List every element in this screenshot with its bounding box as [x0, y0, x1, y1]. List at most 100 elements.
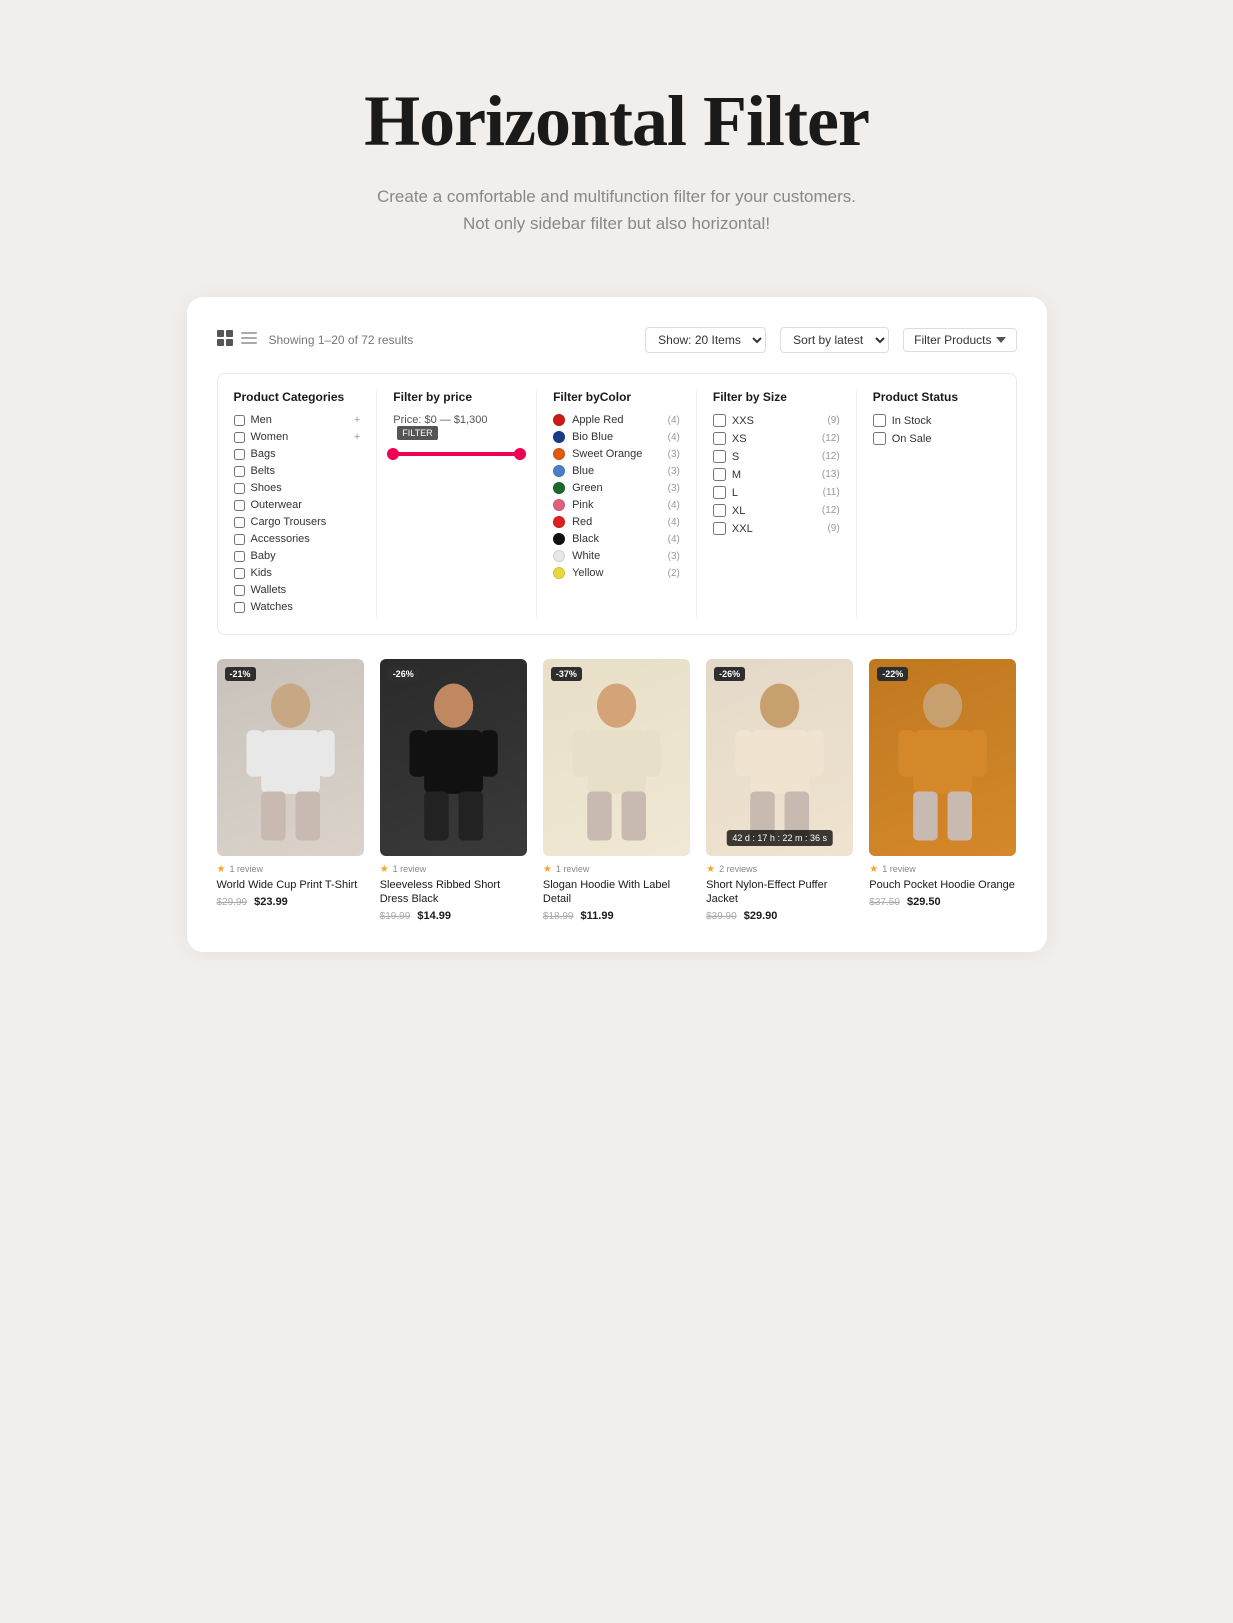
category-checkbox[interactable] [234, 449, 245, 460]
expand-icon[interactable]: + [354, 414, 360, 426]
category-item[interactable]: Baby [234, 550, 361, 562]
discount-badge: -26% [388, 667, 419, 681]
category-item[interactable]: Women + [234, 431, 361, 443]
category-checkbox[interactable] [234, 551, 245, 562]
price-slider-thumb-left[interactable] [387, 448, 399, 460]
status-checkbox[interactable] [873, 414, 886, 427]
size-checkbox[interactable] [713, 432, 726, 445]
grid-view-icon[interactable] [217, 330, 233, 351]
category-item[interactable]: Watches [234, 601, 361, 613]
category-checkbox[interactable] [234, 585, 245, 596]
category-checkbox[interactable] [234, 517, 245, 528]
category-checkbox[interactable] [234, 432, 245, 443]
category-item[interactable]: Shoes [234, 482, 361, 494]
size-label: M [732, 469, 741, 481]
category-item[interactable]: Cargo Trousers [234, 516, 361, 528]
price-slider[interactable] [393, 452, 520, 456]
color-label: Apple Red [572, 414, 623, 426]
status-filter-title: Product Status [873, 390, 1000, 404]
color-swatch [553, 499, 565, 511]
sort-select[interactable]: Sort by latest [780, 327, 889, 353]
category-item[interactable]: Accessories [234, 533, 361, 545]
status-items-list: In Stock On Sale [873, 414, 1000, 445]
product-price: $18.99 $11.99 [543, 910, 690, 922]
toolbar-right: Show: 20 Items Sort by latest Filter Pro… [645, 327, 1016, 353]
category-label: Shoes [251, 482, 282, 494]
size-checkbox[interactable] [713, 522, 726, 535]
category-item[interactable]: Outerwear [234, 499, 361, 511]
discount-badge: -26% [714, 667, 745, 681]
color-item[interactable]: Bio Blue (4) [553, 431, 680, 443]
color-item[interactable]: Apple Red (4) [553, 414, 680, 426]
category-checkbox[interactable] [234, 466, 245, 477]
category-items-list: Men + Women + Bags Belts Shoes Outerwear… [234, 414, 361, 613]
color-item[interactable]: Yellow (2) [553, 567, 680, 579]
price-filter-column: Filter by price Price: $0 — $1,300 FILTE… [377, 390, 537, 618]
status-checkbox[interactable] [873, 432, 886, 445]
size-label: XXL [732, 523, 753, 535]
category-label: Wallets [251, 584, 287, 596]
color-count: (3) [668, 483, 680, 494]
color-item[interactable]: White (3) [553, 550, 680, 562]
price-slider-thumb-right[interactable] [514, 448, 526, 460]
category-checkbox[interactable] [234, 483, 245, 494]
sale-price: $11.99 [581, 910, 614, 922]
size-label: S [732, 451, 739, 463]
category-item[interactable]: Kids [234, 567, 361, 579]
color-item[interactable]: Blue (3) [553, 465, 680, 477]
color-item[interactable]: Black (4) [553, 533, 680, 545]
category-checkbox[interactable] [234, 500, 245, 511]
color-label: Red [572, 516, 592, 528]
category-label: Women [251, 431, 289, 443]
category-checkbox[interactable] [234, 602, 245, 613]
product-card[interactable]: -22% ★ 1 review Pouch Pocket Hoodie Oran… [869, 659, 1016, 922]
size-item[interactable]: XXL (9) [713, 522, 840, 535]
product-card[interactable]: -26% 42 d : 17 h : 22 m : 36 s ★ 2 revie… [706, 659, 853, 922]
size-checkbox[interactable] [713, 486, 726, 499]
size-checkbox[interactable] [713, 504, 726, 517]
category-label: Bags [251, 448, 276, 460]
hero-subtitle: Create a comfortable and multifunction f… [364, 183, 869, 237]
category-checkbox[interactable] [234, 415, 245, 426]
list-view-icon[interactable] [241, 330, 257, 351]
product-price: $19.99 $14.99 [380, 910, 527, 922]
status-item[interactable]: On Sale [873, 432, 1000, 445]
color-items-list: Apple Red (4) Bio Blue (4) Sweet Orange … [553, 414, 680, 579]
product-name: Pouch Pocket Hoodie Orange [869, 878, 1016, 892]
expand-icon[interactable]: + [354, 431, 360, 443]
color-label: White [572, 550, 600, 562]
show-items-select[interactable]: Show: 20 Items [645, 327, 766, 353]
size-checkbox[interactable] [713, 468, 726, 481]
size-item[interactable]: M (13) [713, 468, 840, 481]
size-item[interactable]: XXS (9) [713, 414, 840, 427]
category-label: Outerwear [251, 499, 302, 511]
filter-products-button[interactable]: Filter Products [903, 328, 1016, 352]
color-count: (3) [668, 551, 680, 562]
category-item[interactable]: Men + [234, 414, 361, 426]
size-item[interactable]: S (12) [713, 450, 840, 463]
size-label: XXS [732, 415, 754, 427]
size-item[interactable]: XS (12) [713, 432, 840, 445]
product-name: Short Nylon-Effect Puffer Jacket [706, 878, 853, 907]
size-checkbox[interactable] [713, 450, 726, 463]
size-item[interactable]: L (11) [713, 486, 840, 499]
product-card[interactable]: -37% ★ 1 review Slogan Hoodie With Label… [543, 659, 690, 922]
category-item[interactable]: Wallets [234, 584, 361, 596]
color-label: Blue [572, 465, 594, 477]
size-item[interactable]: XL (12) [713, 504, 840, 517]
category-checkbox[interactable] [234, 568, 245, 579]
color-item[interactable]: Pink (4) [553, 499, 680, 511]
category-checkbox[interactable] [234, 534, 245, 545]
original-price: $19.99 [380, 911, 411, 922]
size-checkbox[interactable] [713, 414, 726, 427]
product-card[interactable]: -26% ★ 1 review Sleeveless Ribbed Short … [380, 659, 527, 922]
product-card[interactable]: -21% ★ 1 review World Wide Cup Print T-S… [217, 659, 364, 922]
filter-apply-btn[interactable]: FILTER [397, 426, 437, 440]
color-swatch [553, 567, 565, 579]
status-item[interactable]: In Stock [873, 414, 1000, 427]
color-item[interactable]: Green (3) [553, 482, 680, 494]
color-item[interactable]: Red (4) [553, 516, 680, 528]
color-item[interactable]: Sweet Orange (3) [553, 448, 680, 460]
category-item[interactable]: Belts [234, 465, 361, 477]
category-item[interactable]: Bags [234, 448, 361, 460]
